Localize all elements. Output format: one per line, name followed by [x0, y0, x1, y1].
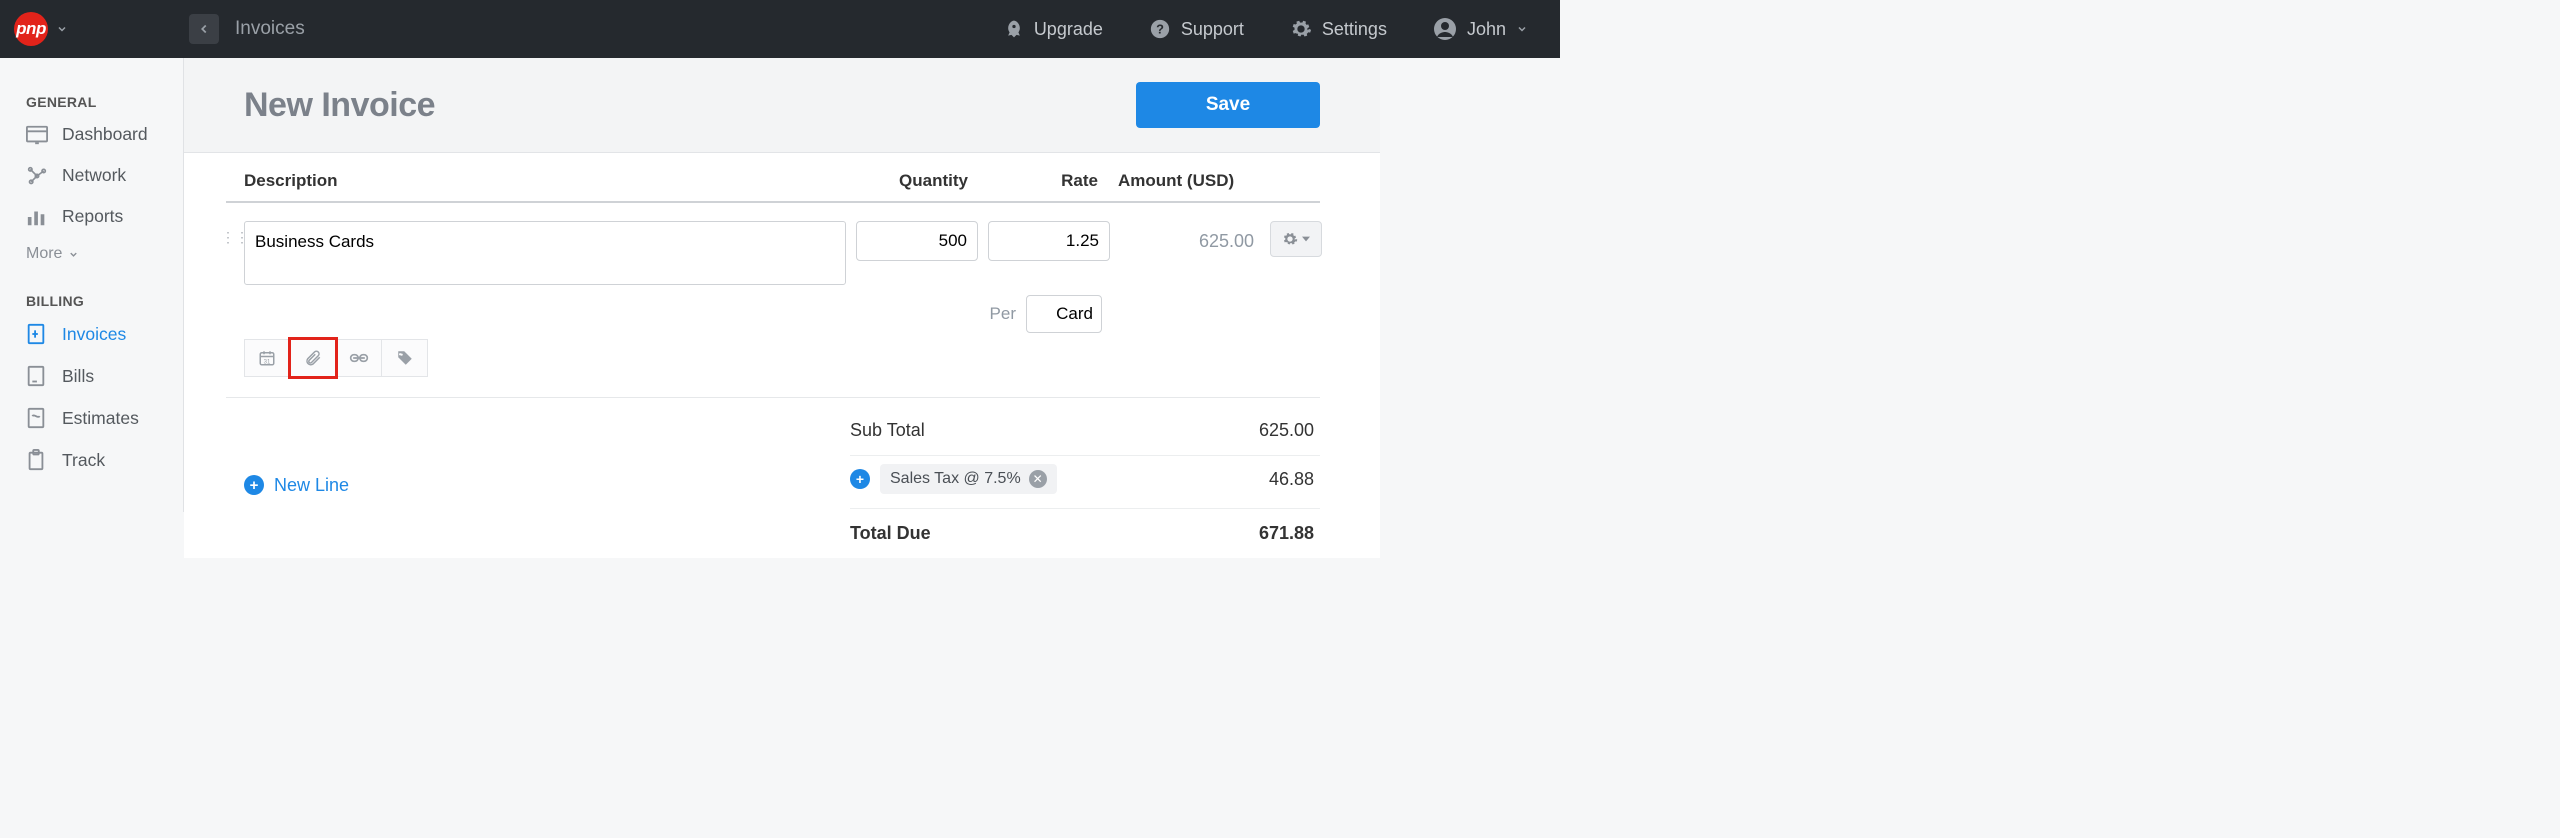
- user-menu[interactable]: John: [1415, 17, 1546, 41]
- col-quantity: Quantity: [850, 171, 980, 191]
- rocket-icon: [1004, 19, 1024, 39]
- upgrade-label: Upgrade: [1034, 19, 1103, 40]
- line-tools: 31: [226, 339, 1320, 398]
- line-items-header: Description Quantity Rate Amount (USD): [226, 171, 1320, 203]
- sidebar-item-label: Track: [62, 450, 105, 471]
- sidebar-more[interactable]: More: [0, 237, 183, 263]
- sidebar-heading-billing: BILLING: [0, 263, 183, 313]
- help-icon: ?: [1149, 18, 1171, 40]
- back-button[interactable]: [189, 14, 219, 44]
- svg-text:31: 31: [264, 359, 271, 365]
- sidebar-item-label: Dashboard: [62, 124, 148, 145]
- sidebar: GENERAL Dashboard Network Reports More: [0, 58, 184, 512]
- sidebar-more-label: More: [26, 245, 62, 263]
- tax-chip[interactable]: Sales Tax @ 7.5% ✕: [880, 464, 1057, 494]
- save-button[interactable]: Save: [1136, 82, 1320, 128]
- network-icon: [26, 166, 48, 186]
- invoice-icon: [26, 323, 48, 345]
- tax-label: Sales Tax @ 7.5%: [890, 470, 1021, 488]
- quantity-input[interactable]: [856, 221, 978, 261]
- gear-icon: [1282, 231, 1298, 247]
- drag-handle[interactable]: ⋮⋮: [226, 221, 244, 246]
- attachment-button[interactable]: [290, 339, 336, 377]
- new-line-label: New Line: [274, 475, 349, 496]
- date-button[interactable]: 31: [244, 339, 290, 377]
- remove-tax-button[interactable]: ✕: [1029, 470, 1047, 488]
- tag-icon: [396, 349, 414, 367]
- link-button[interactable]: [336, 339, 382, 377]
- rate-input[interactable]: [988, 221, 1110, 261]
- support-link[interactable]: ? Support: [1131, 18, 1262, 40]
- totals: Sub Total 625.00 + Sales Tax @ 7.5% ✕ 46…: [850, 412, 1320, 558]
- col-rate: Rate: [980, 171, 1110, 191]
- total-due-label: Total Due: [850, 523, 1194, 544]
- plus-icon: +: [244, 475, 264, 495]
- per-label: Per: [990, 304, 1016, 324]
- estimate-icon: [26, 407, 48, 429]
- chevron-down-icon: [1516, 23, 1528, 35]
- chevron-left-icon: [197, 22, 211, 36]
- per-unit-input[interactable]: [1026, 295, 1102, 333]
- sidebar-item-estimates[interactable]: Estimates: [0, 397, 183, 439]
- per-unit-row: Per: [226, 295, 1320, 333]
- settings-label: Settings: [1322, 19, 1387, 40]
- bill-icon: [26, 365, 48, 387]
- sidebar-item-label: Network: [62, 165, 126, 186]
- support-label: Support: [1181, 19, 1244, 40]
- subtotal-label: Sub Total: [850, 420, 1194, 441]
- sidebar-item-network[interactable]: Network: [0, 155, 183, 196]
- description-input[interactable]: [245, 222, 845, 262]
- breadcrumb[interactable]: Invoices: [235, 18, 305, 40]
- sidebar-item-reports[interactable]: Reports: [0, 196, 183, 237]
- topbar: pnp Invoices Upgrade ? Support Settings …: [0, 0, 1560, 58]
- caret-down-icon: [1302, 235, 1310, 243]
- chevron-down-icon: [56, 23, 68, 35]
- sidebar-item-bills[interactable]: Bills: [0, 355, 183, 397]
- link-icon: [349, 352, 369, 364]
- total-due-value: 671.88: [1194, 523, 1314, 544]
- tax-value: 46.88: [1194, 469, 1314, 490]
- sidebar-item-label: Bills: [62, 366, 94, 387]
- col-description: Description: [226, 171, 850, 191]
- add-tax-button[interactable]: +: [850, 469, 870, 489]
- page-title: New Invoice: [244, 86, 435, 125]
- tag-button[interactable]: [382, 339, 428, 377]
- right-gutter: [1380, 58, 1560, 558]
- brand[interactable]: pnp: [14, 12, 179, 46]
- sidebar-item-label: Invoices: [62, 324, 126, 345]
- page-header: New Invoice Save: [184, 58, 1380, 153]
- sidebar-item-invoices[interactable]: Invoices: [0, 313, 183, 355]
- chevron-down-icon: [68, 249, 79, 260]
- user-icon: [1433, 17, 1457, 41]
- sidebar-item-label: Reports: [62, 206, 123, 227]
- gear-icon: [1290, 18, 1312, 40]
- line-amount: 625.00: [1110, 221, 1260, 252]
- settings-link[interactable]: Settings: [1272, 18, 1405, 40]
- line-item-row: ⋮⋮ 625.00: [226, 203, 1320, 285]
- bars-icon: [26, 207, 48, 227]
- logo: pnp: [14, 12, 48, 46]
- subtotal-value: 625.00: [1194, 420, 1314, 441]
- paperclip-icon: [304, 349, 322, 367]
- svg-text:?: ?: [1156, 22, 1164, 37]
- calendar-icon: 31: [258, 349, 276, 367]
- clipboard-icon: [26, 449, 48, 471]
- upgrade-link[interactable]: Upgrade: [986, 19, 1121, 40]
- col-amount: Amount (USD): [1110, 171, 1260, 191]
- sidebar-item-dashboard[interactable]: Dashboard: [0, 114, 183, 155]
- sidebar-heading-general: GENERAL: [0, 76, 183, 114]
- description-field[interactable]: [244, 221, 846, 285]
- line-settings-button[interactable]: [1270, 221, 1322, 257]
- sidebar-item-track[interactable]: Track: [0, 439, 183, 481]
- sidebar-item-label: Estimates: [62, 408, 139, 429]
- new-line-button[interactable]: + New Line: [244, 412, 349, 558]
- main-content: New Invoice Save Description Quantity Ra…: [184, 58, 1380, 558]
- dashboard-icon: [26, 125, 48, 145]
- user-name: John: [1467, 19, 1506, 40]
